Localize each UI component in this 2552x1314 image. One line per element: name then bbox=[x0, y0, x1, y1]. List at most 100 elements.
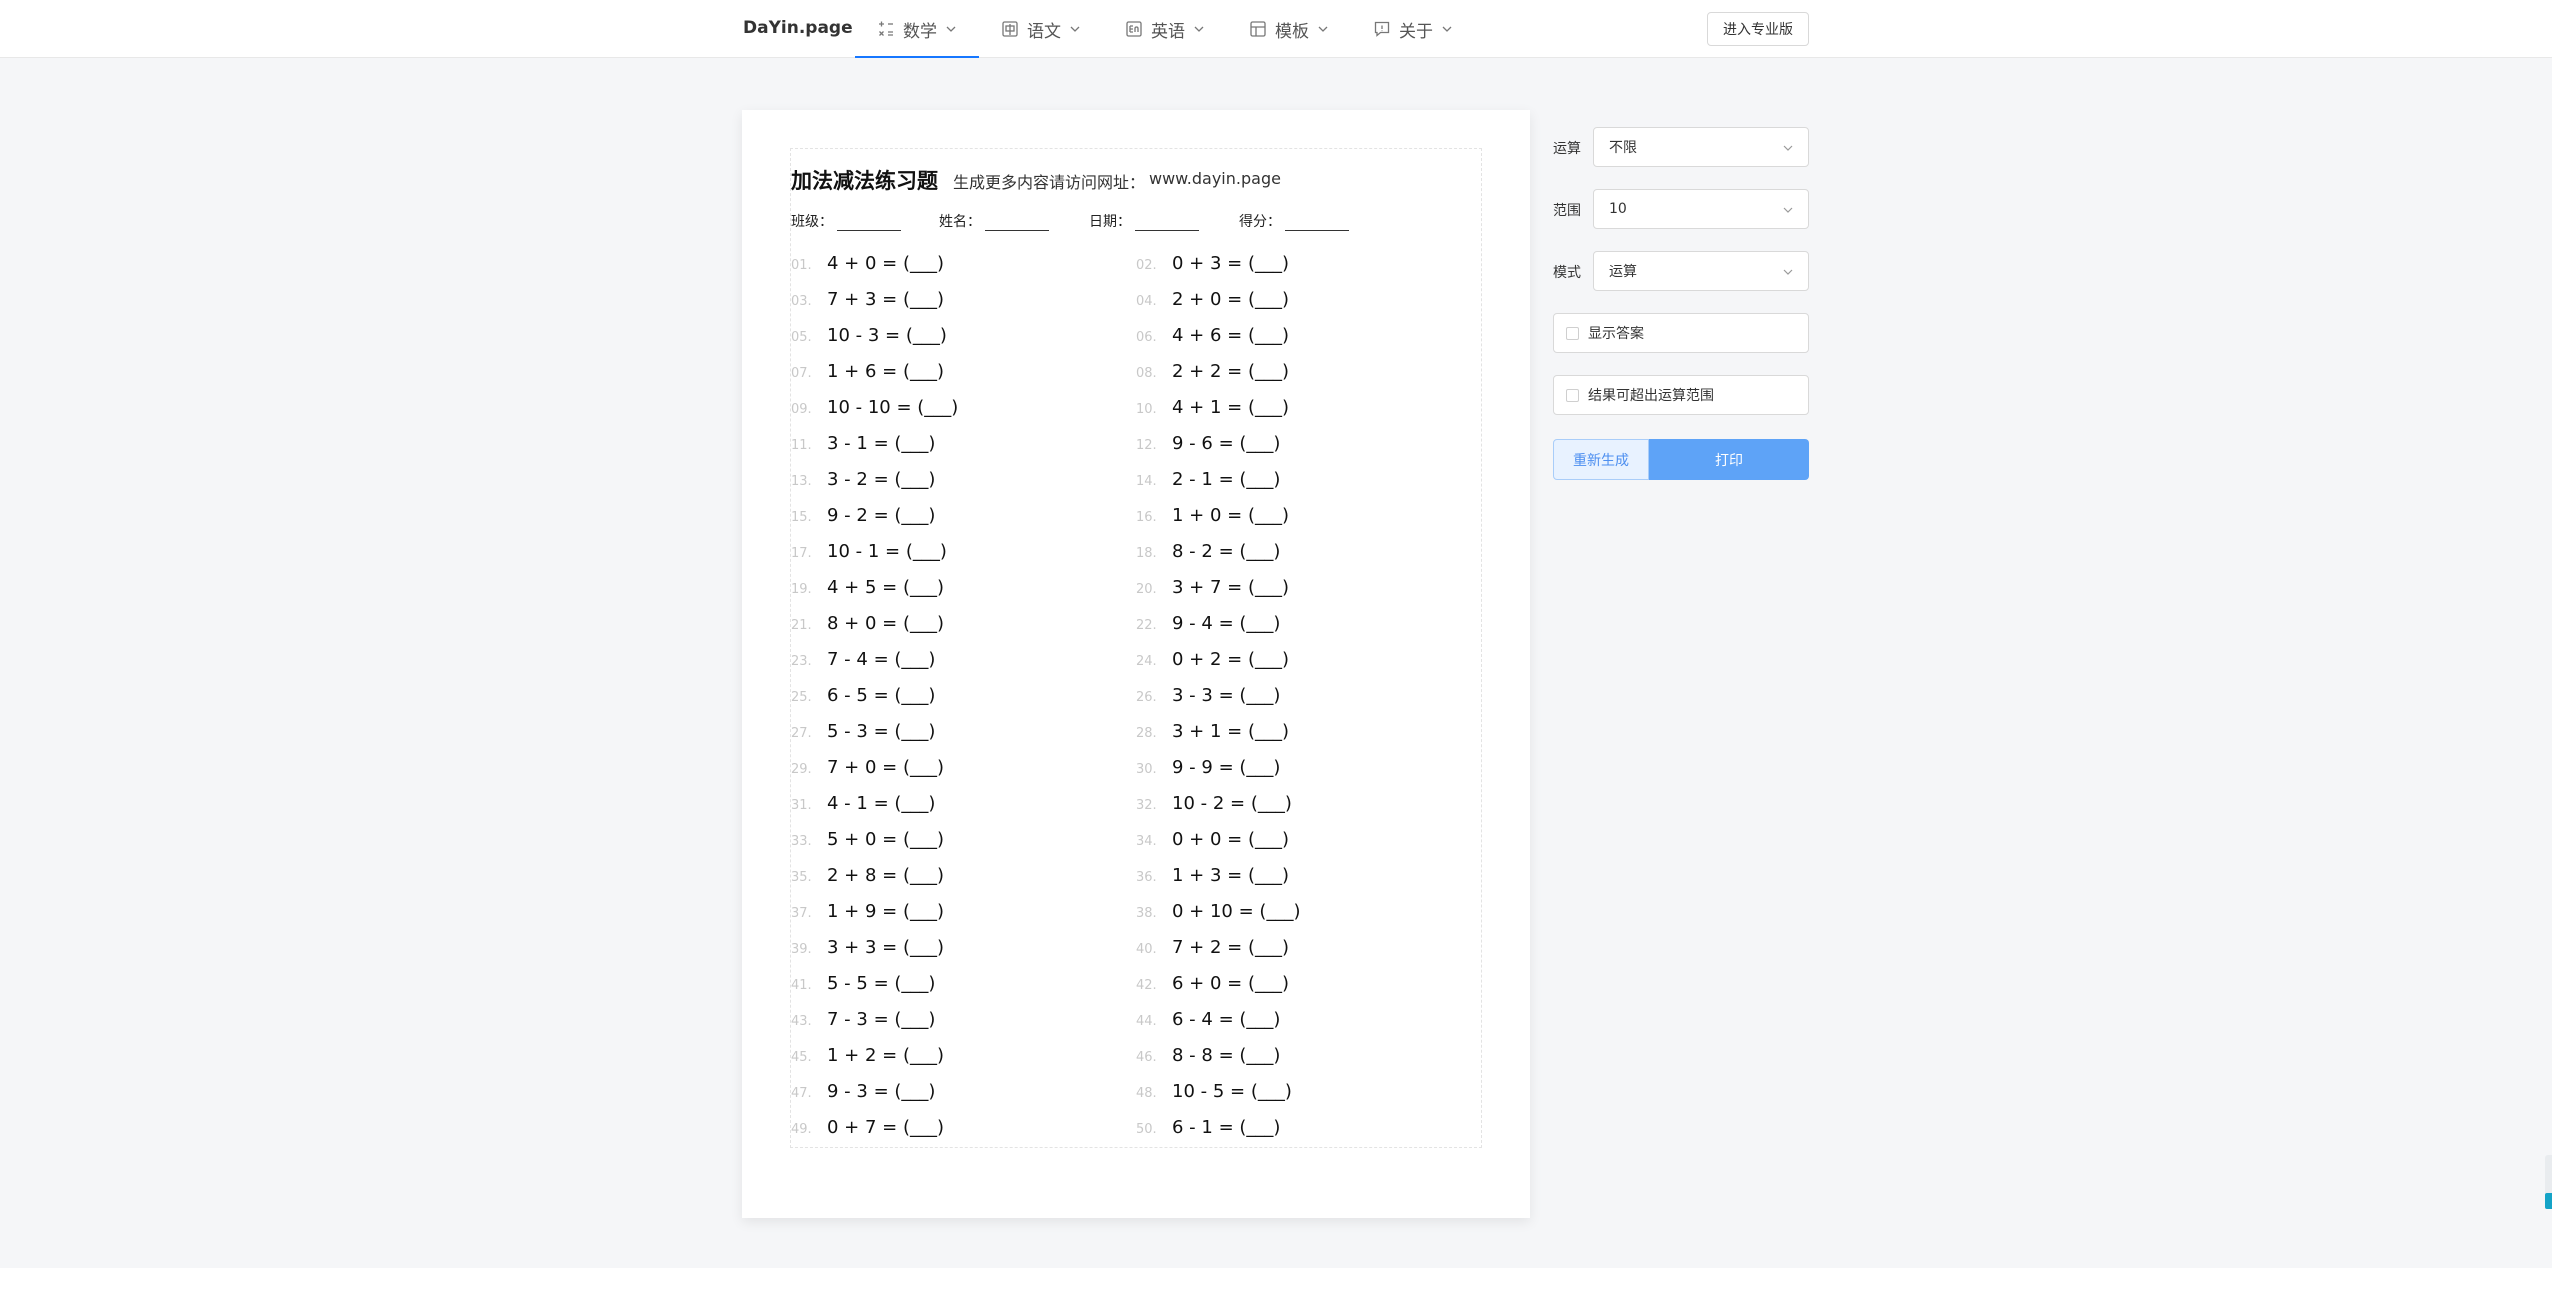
answer-blank: (___) bbox=[894, 469, 936, 490]
question-item: 27. 5 - 3 = (___) bbox=[791, 721, 935, 742]
answer-blank: (___) bbox=[1259, 901, 1301, 922]
question-item: 16. 1 + 0 = (___) bbox=[1136, 505, 1289, 526]
question-item: 44. 6 - 4 = (___) bbox=[1136, 1009, 1280, 1030]
question-number: 13. bbox=[791, 474, 812, 489]
answer-blank: (___) bbox=[1239, 757, 1281, 778]
question-number: 12. bbox=[1136, 438, 1157, 453]
checkbox-square[interactable] bbox=[1566, 326, 1579, 340]
question-number: 07. bbox=[791, 366, 812, 381]
score-blank bbox=[1285, 215, 1349, 231]
answer-blank: (___) bbox=[1247, 289, 1290, 310]
question-number: 48. bbox=[1136, 1086, 1157, 1101]
math-icon bbox=[877, 20, 895, 38]
question-item: 28. 3 + 1 = (___) bbox=[1136, 721, 1289, 742]
question-expression: 2 + 8 = bbox=[827, 865, 903, 886]
question-expression: 3 + 1 = bbox=[1172, 721, 1248, 742]
nav-item-math[interactable]: 数学 bbox=[855, 0, 979, 58]
question-item: 22. 9 - 4 = (___) bbox=[1136, 613, 1280, 634]
question-item: 41. 5 - 5 = (___) bbox=[791, 973, 935, 994]
question-number: 36. bbox=[1136, 870, 1157, 885]
show-answer-checkbox[interactable]: 显示答案 bbox=[1553, 313, 1809, 353]
question-item: 05. 10 - 3 = (___) bbox=[791, 325, 947, 346]
pro-version-button[interactable]: 进入专业版 bbox=[1707, 12, 1809, 46]
question-item: 32. 10 - 2 = (___) bbox=[1136, 793, 1292, 814]
question-item: 08. 2 + 2 = (___) bbox=[1136, 361, 1289, 382]
nav-item-english[interactable]: 英语 bbox=[1103, 0, 1227, 58]
question-expression: 10 - 3 = bbox=[827, 325, 906, 346]
question-expression: 10 - 2 = bbox=[1172, 793, 1251, 814]
answer-blank: (___) bbox=[905, 325, 947, 346]
operation-select[interactable]: 不限 bbox=[1593, 127, 1809, 167]
question-expression: 4 + 1 = bbox=[1172, 397, 1248, 418]
question-expression: 0 + 0 = bbox=[1172, 829, 1248, 850]
question-number: 37. bbox=[791, 906, 812, 921]
answer-blank: (___) bbox=[902, 757, 945, 778]
print-button[interactable]: 打印 bbox=[1649, 439, 1809, 480]
chinese-char-icon bbox=[1001, 20, 1019, 38]
nav-label-english: 英语 bbox=[1151, 21, 1185, 42]
answer-blank: (___) bbox=[1247, 397, 1290, 418]
question-expression: 7 - 4 = bbox=[827, 649, 895, 670]
date-blank bbox=[1135, 215, 1199, 231]
question-number: 04. bbox=[1136, 294, 1157, 309]
side-edge-widget[interactable] bbox=[2545, 1155, 2552, 1209]
allow-overflow-checkbox[interactable]: 结果可超出运算范围 bbox=[1553, 375, 1809, 415]
question-expression: 2 + 0 = bbox=[1172, 289, 1248, 310]
question-number: 50. bbox=[1136, 1122, 1157, 1137]
question-item: 35. 2 + 8 = (___) bbox=[791, 865, 944, 886]
answer-blank: (___) bbox=[894, 793, 936, 814]
question-expression: 6 - 1 = bbox=[1172, 1117, 1240, 1138]
question-number: 03. bbox=[791, 294, 812, 309]
question-expression: 6 - 4 = bbox=[1172, 1009, 1240, 1030]
question-number: 49. bbox=[791, 1122, 812, 1137]
question-item: 43. 7 - 3 = (___) bbox=[791, 1009, 935, 1030]
question-expression: 7 + 2 = bbox=[1172, 937, 1248, 958]
question-expression: 0 + 3 = bbox=[1172, 253, 1248, 274]
question-expression: 8 - 8 = bbox=[1172, 1045, 1240, 1066]
info-date: 日期： bbox=[1089, 211, 1199, 231]
answer-blank: (___) bbox=[1247, 325, 1290, 346]
answer-blank: (___) bbox=[1239, 685, 1281, 706]
nav-label-math: 数学 bbox=[903, 21, 937, 42]
question-expression: 5 - 3 = bbox=[827, 721, 895, 742]
question-number: 30. bbox=[1136, 762, 1157, 777]
nav-item-about[interactable]: 关于 bbox=[1351, 0, 1475, 58]
range-select[interactable]: 10 bbox=[1593, 189, 1809, 229]
question-number: 24. bbox=[1136, 654, 1157, 669]
question-number: 44. bbox=[1136, 1014, 1157, 1029]
info-class: 班级： bbox=[791, 211, 901, 231]
question-number: 06. bbox=[1136, 330, 1157, 345]
question-item: 26. 3 - 3 = (___) bbox=[1136, 685, 1280, 706]
question-item: 48. 10 - 5 = (___) bbox=[1136, 1081, 1292, 1102]
site-logo[interactable]: DaYin.page bbox=[743, 18, 853, 38]
question-expression: 7 - 3 = bbox=[827, 1009, 895, 1030]
info-date-label: 日期： bbox=[1089, 214, 1131, 230]
nav-item-chinese[interactable]: 语文 bbox=[979, 0, 1103, 58]
nav-item-templates[interactable]: 模板 bbox=[1227, 0, 1351, 58]
question-expression: 9 - 3 = bbox=[827, 1081, 895, 1102]
question-expression: 8 + 0 = bbox=[827, 613, 903, 634]
question-expression: 0 + 7 = bbox=[827, 1117, 903, 1138]
answer-blank: (___) bbox=[905, 541, 947, 562]
question-item: 12. 9 - 6 = (___) bbox=[1136, 433, 1280, 454]
question-expression: 3 + 7 = bbox=[1172, 577, 1248, 598]
question-expression: 9 - 9 = bbox=[1172, 757, 1240, 778]
answer-blank: (___) bbox=[1247, 973, 1290, 994]
question-item: 10. 4 + 1 = (___) bbox=[1136, 397, 1289, 418]
regenerate-button[interactable]: 重新生成 bbox=[1553, 439, 1649, 480]
checkbox-square[interactable] bbox=[1566, 388, 1579, 402]
question-expression: 9 - 2 = bbox=[827, 505, 895, 526]
question-number: 21. bbox=[791, 618, 812, 633]
answer-blank: (___) bbox=[902, 937, 945, 958]
answer-blank: (___) bbox=[1239, 1045, 1281, 1066]
question-number: 41. bbox=[791, 978, 812, 993]
answer-blank: (___) bbox=[894, 649, 936, 670]
answer-blank: (___) bbox=[902, 289, 945, 310]
question-expression: 10 - 1 = bbox=[827, 541, 906, 562]
question-expression: 6 - 5 = bbox=[827, 685, 895, 706]
question-item: 42. 6 + 0 = (___) bbox=[1136, 973, 1289, 994]
english-icon bbox=[1125, 20, 1143, 38]
question-expression: 4 - 1 = bbox=[827, 793, 895, 814]
question-expression: 7 + 0 = bbox=[827, 757, 903, 778]
mode-select[interactable]: 运算 bbox=[1593, 251, 1809, 291]
